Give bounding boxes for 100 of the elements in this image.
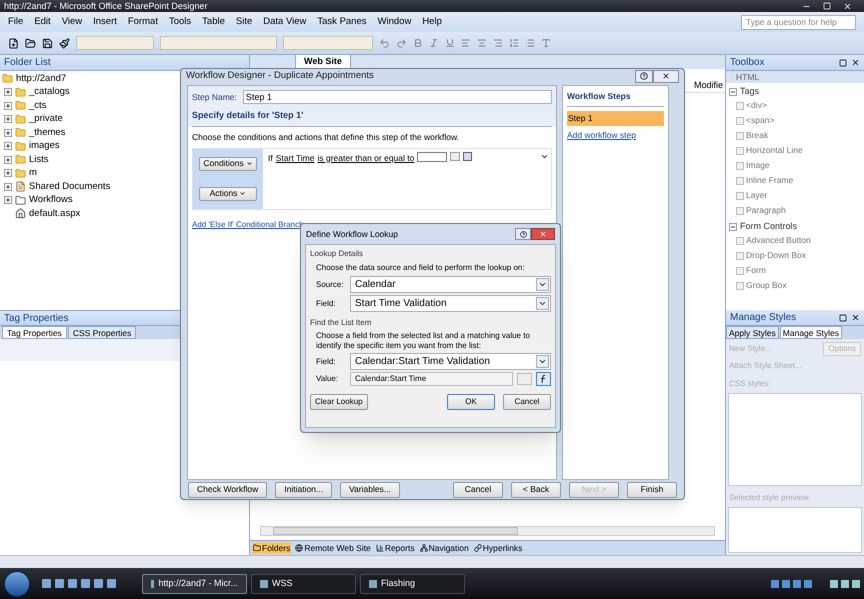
view-tab[interactable]: Hyperlinks — [472, 542, 524, 554]
dialog-button[interactable]: Variables... — [340, 482, 400, 498]
toolbox-item[interactable]: <div> — [746, 99, 767, 112]
folder-item[interactable]: _themes — [29, 126, 66, 140]
undo-icon[interactable] — [379, 38, 390, 48]
menu-item[interactable]: Data View — [263, 14, 306, 30]
folder-item[interactable]: _private — [29, 112, 63, 126]
view-tab[interactable]: Navigation — [418, 542, 470, 554]
bullet-list-icon[interactable] — [525, 38, 535, 48]
menu-item[interactable]: Table — [202, 14, 225, 30]
expand-icon[interactable] — [4, 169, 12, 178]
dialog-button[interactable]: Finish — [627, 482, 677, 498]
panel-tab[interactable]: CSS Properties — [68, 326, 136, 339]
menu-item[interactable]: Task Panes — [317, 14, 367, 30]
expand-icon[interactable] — [4, 142, 12, 150]
toolbox-group[interactable]: Tags — [740, 84, 760, 98]
scrollbar-thumb[interactable] — [273, 527, 518, 535]
conditions-button[interactable]: Conditions — [199, 156, 257, 170]
workflow-step[interactable]: Step 1 — [567, 111, 664, 126]
close-icon[interactable] — [851, 313, 860, 322]
close-button[interactable] — [531, 228, 555, 240]
taskbar-button[interactable]: WSS — [251, 574, 356, 594]
cancel-button[interactable]: Cancel — [503, 394, 551, 410]
folder-item[interactable]: _catalogs — [29, 85, 70, 100]
folder-item[interactable]: Lists — [29, 152, 49, 167]
value-field[interactable] — [417, 152, 448, 162]
brush-icon[interactable] — [59, 38, 70, 48]
condition-operator-link[interactable]: is greater than or equal to — [317, 152, 414, 164]
menu-item[interactable]: Insert — [93, 14, 117, 30]
menu-item[interactable]: View — [62, 14, 82, 30]
toolbox-item[interactable]: Inline Frame — [746, 174, 794, 187]
toolbox-item[interactable]: Form — [746, 264, 766, 277]
condition-field-link[interactable]: Start Time — [276, 152, 314, 164]
bold-icon[interactable] — [413, 38, 423, 48]
folder-item[interactable]: images — [29, 139, 60, 154]
field-dropdown[interactable]: Start Time Validation — [350, 295, 551, 312]
toolbox-item[interactable]: Paragraph — [746, 204, 786, 217]
view-tab[interactable]: Reports — [374, 542, 416, 554]
open-folder-icon[interactable] — [25, 38, 36, 48]
underline-icon[interactable] — [445, 38, 455, 48]
help-button[interactable] — [635, 70, 653, 83]
panel-tab[interactable]: Apply Styles — [726, 326, 779, 339]
menu-item[interactable]: Help — [422, 14, 442, 30]
menu-item[interactable]: Site — [236, 14, 252, 30]
help-search-field[interactable]: Type a question for help — [741, 14, 856, 30]
expand-icon[interactable] — [4, 115, 12, 124]
menu-item[interactable]: File — [8, 14, 24, 30]
menu-item[interactable]: Format — [128, 14, 158, 30]
dialog-button[interactable]: Check Workflow — [188, 482, 268, 498]
toolbox-item[interactable]: Drop-Down Box — [746, 249, 806, 262]
expand-icon[interactable] — [4, 128, 12, 137]
toolbox-category[interactable]: HTML — [726, 71, 864, 83]
save-icon[interactable] — [42, 38, 53, 48]
panel-tab[interactable]: Tag Properties — [2, 326, 67, 339]
redo-icon[interactable] — [396, 38, 407, 48]
expand-icon[interactable] — [4, 182, 12, 191]
toolbox-item[interactable]: Advanced Button — [746, 234, 811, 247]
maximize-icon[interactable] — [839, 314, 847, 322]
actions-button[interactable]: Actions — [199, 186, 257, 200]
font-color-icon[interactable] — [541, 38, 551, 48]
folder-item[interactable]: Shared Documents — [29, 180, 110, 194]
taskbar-button[interactable]: Flashing — [360, 574, 465, 594]
ok-button[interactable]: OK — [447, 394, 495, 410]
align-right-icon[interactable] — [493, 38, 503, 48]
expand-icon[interactable] — [4, 102, 12, 110]
italic-icon[interactable] — [429, 38, 439, 48]
numbered-list-icon[interactable] — [509, 38, 519, 48]
toolbox-group[interactable]: Form Controls — [740, 220, 798, 234]
expand-icon[interactable] — [4, 196, 12, 204]
expand-icon[interactable] — [4, 156, 12, 164]
collapse-icon[interactable] — [729, 222, 737, 230]
value-field[interactable]: Calendar:Start Time — [350, 372, 513, 386]
folder-item[interactable]: default.aspx — [29, 206, 80, 221]
new-page-icon[interactable] — [8, 38, 19, 48]
field-dropdown[interactable]: Calendar:Start Time Validation — [350, 353, 551, 370]
dialog-button[interactable]: Cancel — [453, 482, 503, 498]
menu-item[interactable]: Window — [378, 14, 412, 30]
source-dropdown[interactable]: Calendar — [350, 276, 551, 293]
folder-item[interactable]: m — [29, 166, 37, 180]
view-tab[interactable]: Remote Web Site — [294, 542, 372, 554]
toolbox-item[interactable]: <span> — [746, 114, 774, 127]
function-button[interactable] — [536, 372, 551, 386]
add-step-link[interactable]: Add workflow step — [567, 128, 664, 142]
panel-tab[interactable]: Manage Styles — [780, 326, 842, 339]
taskbar-button[interactable]: http://2and7 - Micr... — [142, 574, 247, 594]
dialog-button[interactable]: Initiation... — [275, 482, 332, 498]
close-icon[interactable] — [851, 58, 860, 67]
folder-item[interactable]: http://2and7 — [16, 72, 66, 86]
toolbox-item[interactable]: Layer — [746, 189, 768, 202]
folder-item[interactable]: _cts — [29, 98, 46, 113]
help-button[interactable] — [515, 228, 531, 240]
menu-item[interactable]: Edit — [34, 14, 51, 30]
toolbox-item[interactable]: Break — [746, 129, 768, 142]
start-button[interactable] — [4, 570, 30, 596]
view-tab[interactable]: Folders — [252, 542, 292, 554]
close-button[interactable] — [653, 70, 679, 83]
folder-item[interactable]: Workflows — [29, 193, 73, 208]
maximize-icon[interactable] — [839, 58, 847, 66]
align-left-icon[interactable] — [461, 38, 471, 48]
toolbox-item[interactable]: Image — [746, 159, 770, 172]
